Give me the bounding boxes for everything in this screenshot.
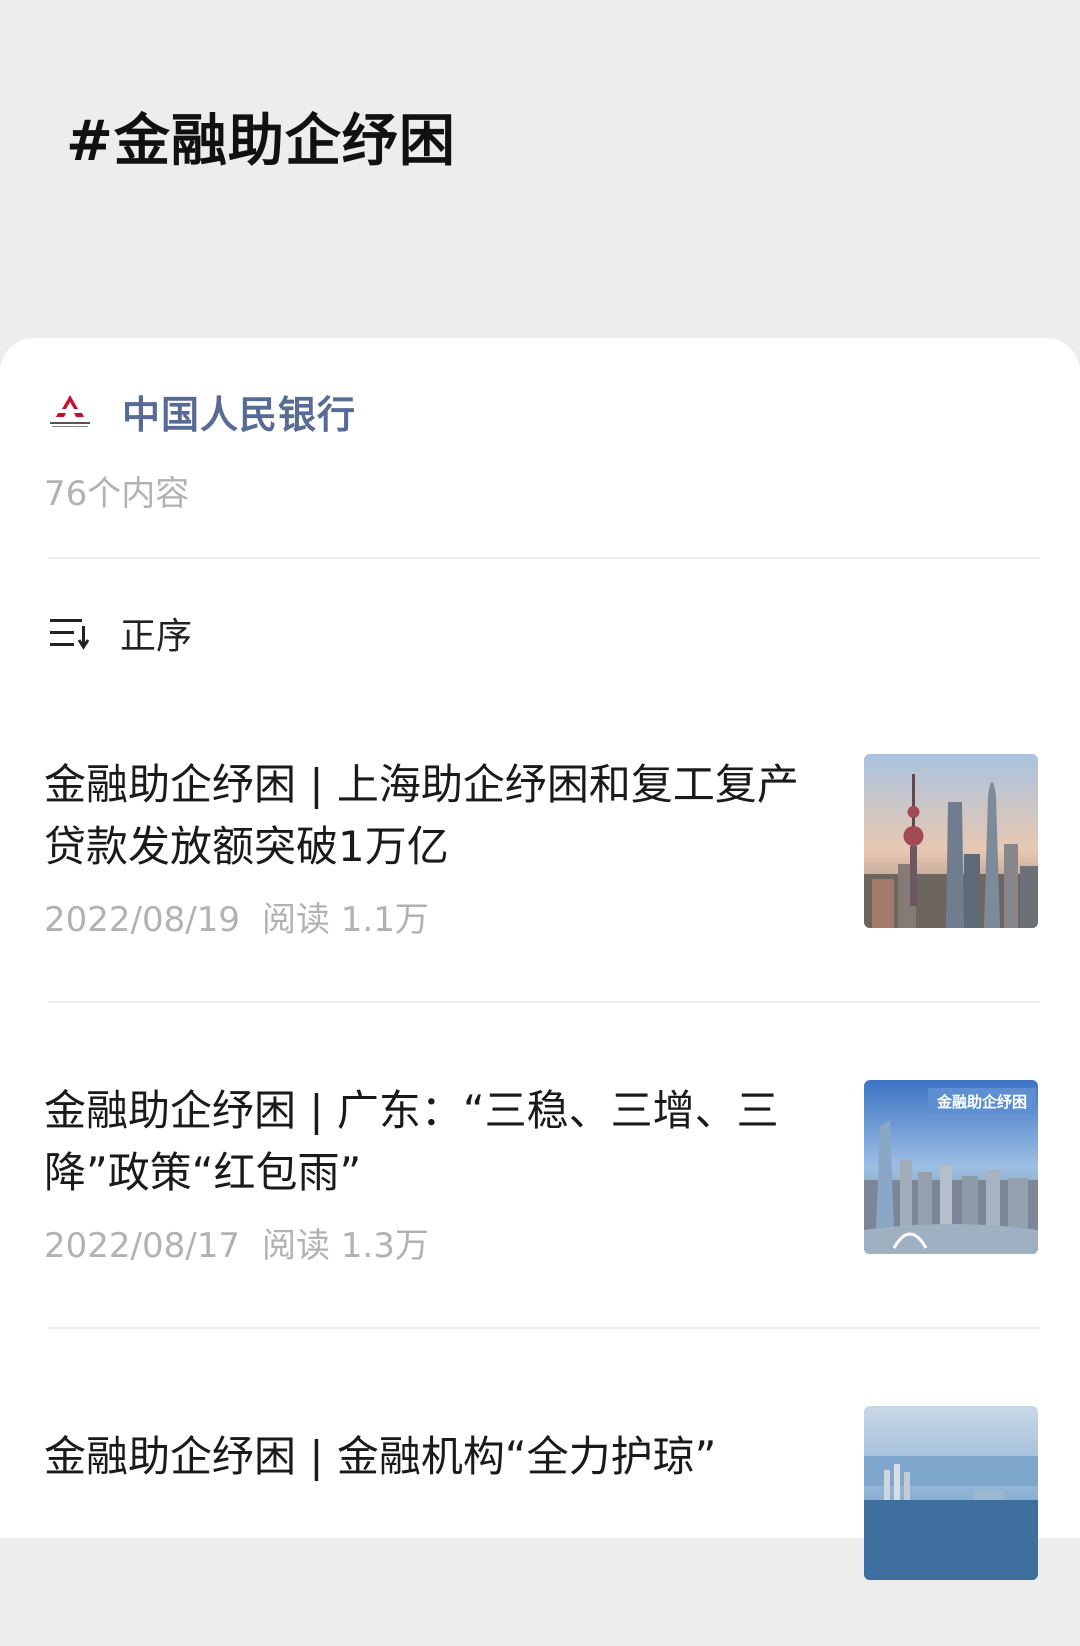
divider xyxy=(48,1001,1040,1003)
article-item[interactable]: 金融助企纾困 | 广东：“三稳、三增、三降”政策“红包雨” 2022/08/17… xyxy=(0,1080,1080,1320)
sort-label: 正序 xyxy=(120,616,193,657)
article-meta: 2022/08/19 阅读 1.1万 xyxy=(44,892,429,941)
article-item[interactable]: 金融助企纾困 | 上海助企纾困和复工复产贷款发放额突破1万亿 2022/08/1… xyxy=(0,754,1080,994)
account-name[interactable]: 中国人民银行 xyxy=(122,384,356,439)
sort-toggle[interactable]: 正序 xyxy=(48,608,192,658)
divider xyxy=(48,557,1040,559)
account-row[interactable]: 中国人民银行 xyxy=(44,384,356,439)
article-date: 2022/08/17 xyxy=(44,1226,240,1266)
article-item[interactable]: 金融助企纾困 | 金融机构“全力护琼” xyxy=(0,1406,1080,1646)
topic-header: #金融助企纾困 xyxy=(0,0,1080,350)
article-title: 金融助企纾困 | 广东：“三稳、三增、三降”政策“红包雨” xyxy=(44,1086,779,1197)
article-reads: 阅读 1.1万 xyxy=(261,900,429,940)
article-date: 2022/08/19 xyxy=(44,900,240,940)
shanghai-skyline-thumbnail xyxy=(864,754,1038,928)
article-title: 金融助企纾困 | 金融机构“全力护琼” xyxy=(44,1432,717,1481)
content-count: 76个内容 xyxy=(44,474,190,514)
article-title: 金融助企纾困 | 上海助企纾困和复工复产贷款发放额突破1万亿 xyxy=(44,760,799,871)
content-card: 中国人民银行 76个内容 正序 金融助企纾困 | 上海助企纾困和复工复产贷款发放… xyxy=(0,338,1080,1580)
pboc-logo-icon xyxy=(44,391,96,431)
topic-title: #金融助企纾困 xyxy=(66,109,456,174)
article-meta: 2022/08/17 阅读 1.3万 xyxy=(44,1218,429,1267)
guangzhou-skyline-thumbnail: 金融助企纾困 xyxy=(864,1080,1038,1254)
sort-order-icon xyxy=(50,619,90,650)
hainan-coast-thumbnail xyxy=(864,1406,1038,1580)
thumbnail-caption: 金融助企纾困 xyxy=(936,1093,1027,1111)
divider xyxy=(48,1327,1040,1329)
article-reads: 阅读 1.3万 xyxy=(261,1226,429,1266)
